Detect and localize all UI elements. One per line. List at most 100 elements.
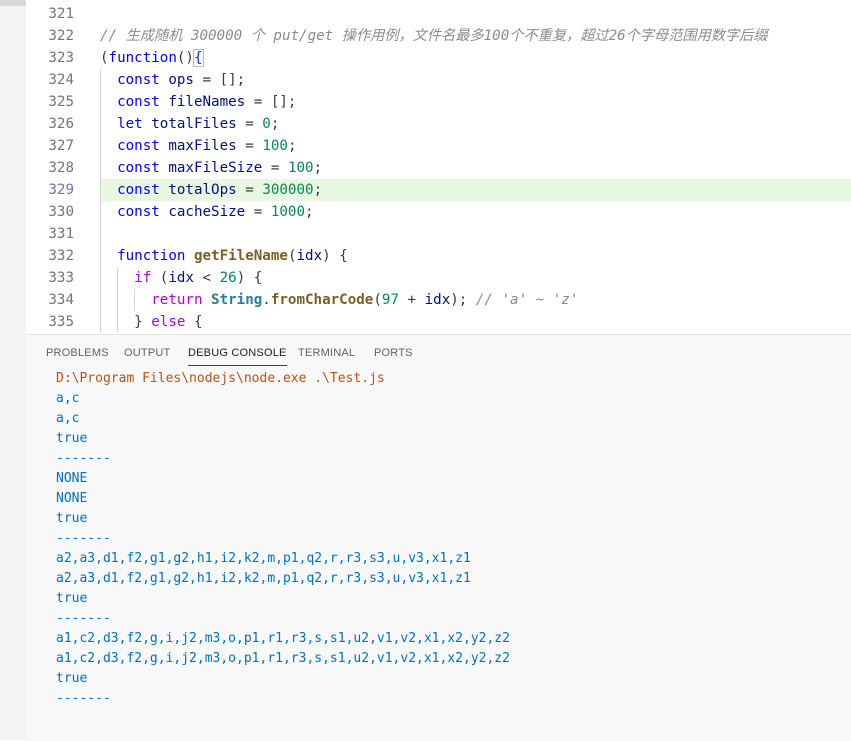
indent-guide [100,69,101,333]
code-token: = [236,138,263,154]
code-line[interactable]: 328 const maxFileSize = 100; [26,157,851,179]
line-number: 332 [48,248,74,264]
console-output-line: ------- [56,531,111,546]
code-token: idx [296,248,323,264]
code-token: totalFiles [151,116,237,132]
line-number: 330 [48,204,74,220]
code-token: < [193,270,220,286]
code-line[interactable]: 332 function getFileName(idx) { [26,245,851,267]
code-token: let [100,116,152,132]
code-token: const [100,94,169,110]
code-token: // 'a' ~ 'z' [475,292,579,308]
console-output-line: ------- [56,611,111,626]
code-text: const cacheSize = 1000; [100,201,313,223]
code-token: 100 [262,138,288,154]
code-text: const maxFileSize = 100; [100,157,322,179]
tab-debug-console[interactable]: DEBUG CONSOLE [188,347,287,359]
code-token: = [262,160,288,176]
code-token: = []; [245,94,297,110]
line-number: 327 [48,138,74,154]
code-token: const [100,182,169,198]
code-token: = [236,116,263,132]
code-text: function getFileName(idx) { [100,245,348,267]
code-token: const [100,72,169,88]
line-number: 328 [48,160,74,176]
console-output-line: a,c [56,391,80,406]
code-text: const fileNames = []; [100,91,296,113]
code-token: 100 [287,160,314,176]
code-line[interactable]: 326 let totalFiles = 0; [26,113,851,135]
code-line[interactable]: 321 [26,3,851,25]
code-token: 1000 [270,204,306,220]
code-line[interactable]: 322 // 生成随机 300000 个 put/get 操作用例，文件名最多10… [26,25,851,47]
code-token: = []; [193,72,246,88]
code-token: } [100,314,152,330]
code-token: const [100,204,169,220]
code-token: ); [450,292,476,308]
code-token: = [236,182,263,198]
code-token: if [100,270,160,286]
code-token: () [176,50,194,66]
console-output-line: NONE [56,491,88,506]
code-token: ops [168,72,194,88]
console-output-line: NONE [56,471,88,486]
tab-terminal[interactable]: TERMINAL [298,347,355,359]
code-text: // 生成随机 300000 个 put/get 操作用例，文件名最多100个不… [100,25,768,47]
console-output-line: ------- [56,691,111,706]
code-token: totalOps [168,182,237,198]
active-tab-indicator [188,365,287,366]
code-token: String [211,292,263,308]
code-token: 300000 [262,182,314,198]
code-line[interactable]: 324 const ops = []; [26,69,851,91]
code-token: ) { [236,270,263,286]
console-output-line: true [56,671,88,686]
code-token: 97 [381,292,399,308]
console-output-line: a2,a3,d1,f2,g1,g2,h1,i2,k2,m,p1,q2,r,r3,… [56,571,471,586]
code-line[interactable]: 333 if (idx < 26) { [26,267,851,289]
code-editor[interactable]: 321 322 // 生成随机 300000 个 put/get 操作用例，文件名最… [26,0,851,334]
line-number: 321 [48,6,74,22]
line-number: 324 [48,72,74,88]
code-token: + [398,292,425,308]
code-line[interactable]: 334 return String.fromCharCode(97 + idx)… [26,289,851,311]
code-line[interactable]: 331 [26,223,851,245]
line-number: 335 [48,314,74,330]
code-text: if (idx < 26) { [100,267,262,289]
line-number: 334 [48,292,74,308]
code-token: const [100,138,169,154]
line-number: 322 [48,28,74,44]
code-text: const totalOps = 300000; [100,179,322,201]
indent-guide [134,289,136,311]
code-line[interactable]: 335 } else { [26,311,851,333]
tab-output[interactable]: OUTPUT [124,347,170,359]
code-token: 0 [262,116,271,132]
activity-bar [0,0,26,740]
code-text: const maxFiles = 100; [100,135,296,157]
code-line[interactable]: 327 const maxFiles = 100; [26,135,851,157]
code-line[interactable]: 330 const cacheSize = 1000; [26,201,851,223]
line-number: 331 [48,226,74,242]
code-token: idx [424,292,451,308]
activity-marker [0,0,26,6]
code-token: 26 [219,270,237,286]
panel-tabs: PROBLEMS OUTPUT DEBUG CONSOLE TERMINAL PORTS [26,335,851,369]
line-number: 326 [48,116,74,132]
console-output-line: true [56,511,88,526]
line-number: 333 [48,270,74,286]
tab-problems[interactable]: PROBLEMS [46,347,109,359]
code-token: . [262,292,271,308]
code-text: (function(){ [100,47,204,69]
console-output-line: true [56,591,88,606]
code-token: maxFileSize [168,160,263,176]
console-output-line: true [56,431,88,446]
code-token: ( [100,50,109,66]
code-token: idx [168,270,194,286]
line-number: 329 [48,182,74,198]
tab-ports[interactable]: PORTS [374,347,413,359]
code-token: else [151,314,186,330]
code-line[interactable]: 323 (function(){ [26,47,851,69]
code-line[interactable]: 329 const totalOps = 300000; [26,179,851,201]
code-token: function [100,248,194,264]
code-line[interactable]: 325 const fileNames = []; [26,91,851,113]
code-token: ( [373,292,382,308]
